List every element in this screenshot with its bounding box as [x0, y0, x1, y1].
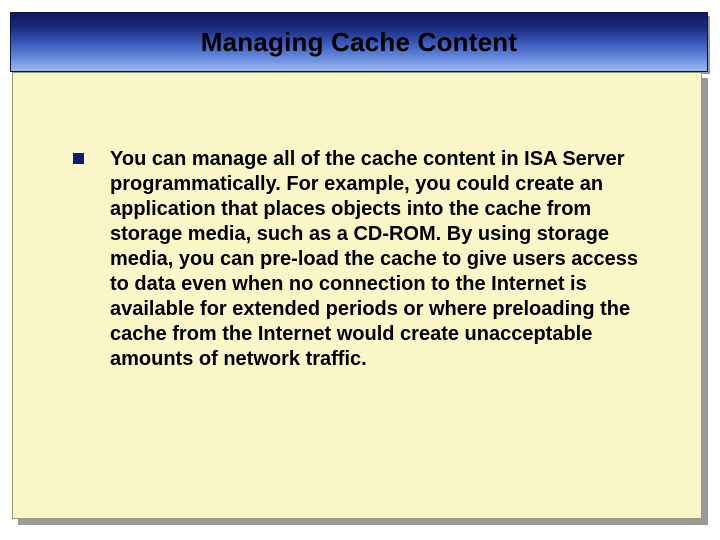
square-bullet-icon: [73, 153, 84, 164]
title-bar: Managing Cache Content: [10, 12, 708, 72]
slide: Managing Cache Content You can manage al…: [0, 0, 720, 540]
slide-title: Managing Cache Content: [201, 27, 517, 58]
bullet-item: You can manage all of the cache content …: [73, 147, 663, 372]
body-box: You can manage all of the cache content …: [12, 72, 702, 519]
bullet-text: You can manage all of the cache content …: [110, 147, 640, 372]
